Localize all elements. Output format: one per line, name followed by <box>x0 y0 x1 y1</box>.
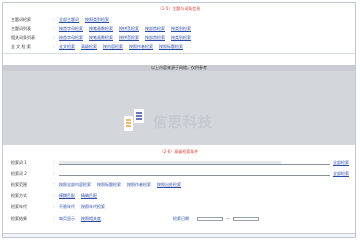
promo-banner: 以上内容来源于网络，仅供参考 <box>3 65 355 145</box>
company-logo-icon <box>124 109 144 131</box>
row-label: 检索范围 <box>11 181 27 187</box>
link-by-title[interactable]: 按照标题检索 <box>97 182 121 188</box>
link-by-initial[interactable]: 按首字母检索 <box>59 35 83 41</box>
term-1-fill <box>59 160 282 164</box>
link-search-all[interactable]: 全部检索 <box>333 160 349 166</box>
row-label: 检索结果 <box>11 215 27 221</box>
link-by-radical[interactable]: 按部首检索 <box>145 26 165 32</box>
link-by-radical[interactable]: 按部首检索 <box>145 35 165 41</box>
term-2-input[interactable] <box>59 172 330 176</box>
link-by-strokes[interactable]: 按笔画数检索 <box>89 35 113 41</box>
date-from-input[interactable] <box>197 216 223 221</box>
row-links: 全文检索 高级检索 按内容检索 按照作者检索 按照标题检索 <box>59 44 183 50</box>
link-any-era[interactable]: 不限年代 <box>59 204 75 210</box>
link-by-strokes[interactable]: 按笔画数检索 <box>89 26 113 32</box>
link-by-source[interactable]: 按照出处检索 <box>157 182 181 188</box>
row-topic-list: 主题词列表 ： 按首字母检索 按笔画数检索 按拼音检索 按部首检索 按类别检索 <box>11 25 349 32</box>
row-term-1: 检索词 1 ： 全部检索 <box>11 159 349 166</box>
link-by-pinyin[interactable]: 按拼音检索 <box>119 26 139 32</box>
link-all-topics[interactable]: 全部主题词 <box>59 17 79 23</box>
row-label: 检索年代 <box>11 203 27 209</box>
divider <box>3 53 355 54</box>
link-search-all[interactable]: 全部检索 <box>333 171 349 177</box>
app-window: （1-5）主题与词条信息 主题词检索 ： 全部主题词 按照类别检索 主题词列表 … <box>2 2 356 238</box>
link-fulltext[interactable]: 全文检索 <box>59 44 75 50</box>
row-label: 检索方式 <box>11 192 27 198</box>
row-term-2: 检索词 2 ： 全部检索 <box>11 170 349 177</box>
row-fulltext: 全 文 检 索 ： 全文检索 高级检索 按内容检索 按照作者检索 按照标题检索 <box>11 43 349 50</box>
date-to-input[interactable] <box>233 216 259 221</box>
row-links: 全部主题词 按照类别检索 <box>59 17 109 23</box>
banner-caption: 以上内容来源于网络，仅供参考 <box>3 65 355 71</box>
row-label: 主题词检索 <box>11 16 31 22</box>
section2-title: （2-6）高级检索条件 <box>159 149 199 154</box>
link-by-category[interactable]: 按类别检索 <box>171 26 191 32</box>
link-advanced[interactable]: 高级检索 <box>81 44 97 50</box>
row-links: 按首字母检索 按笔画数检索 按拼音检索 按部首检索 按类别检索 <box>59 35 191 41</box>
link-by-category[interactable]: 按照类别检索 <box>85 17 109 23</box>
row-mode: 检索方式 ： 模糊匹配 精确匹配 <box>11 192 349 199</box>
date-dash: — <box>226 216 230 221</box>
link-by-era[interactable]: 按照年代检索 <box>81 204 105 210</box>
footer-strip <box>3 234 355 237</box>
section1-title: （1-5）主题与词条信息 <box>157 6 201 11</box>
term-1-input[interactable] <box>59 160 330 165</box>
link-by-content[interactable]: 按内容检索 <box>103 44 123 50</box>
row-results: 检索结果 ： 每页显示 按照相关度 检索日期 — <box>11 215 349 222</box>
row-label: 主题词列表 <box>11 25 31 31</box>
link-exact[interactable]: 精确匹配 <box>81 193 97 199</box>
row-related-terms: 相关词条列表 ： 按首字母检索 按笔画数检索 按拼音检索 按部首检索 按类别检索 <box>11 34 349 41</box>
link-by-title[interactable]: 按照标题检索 <box>159 44 183 50</box>
row-links: 模糊匹配 精确匹配 <box>59 193 97 199</box>
link-by-pinyin[interactable]: 按拼音检索 <box>119 35 139 41</box>
link-per-page[interactable]: 每页显示 <box>59 216 75 222</box>
logo-text: 信思科技 <box>153 115 213 131</box>
link-fuzzy[interactable]: 模糊匹配 <box>59 193 75 199</box>
row-links: 按首字母检索 按笔画数检索 按拼音检索 按部首检索 按类别检索 <box>59 26 191 32</box>
link-by-initial[interactable]: 按首字母检索 <box>59 26 83 32</box>
row-label: 相关词条列表 <box>11 34 35 40</box>
row-scope: 检索范围 ： 按照全部内容检索 按照标题检索 按照作者检索 按照出处检索 <box>11 181 349 188</box>
row-links: 按照全部内容检索 按照标题检索 按照作者检索 按照出处检索 <box>59 182 181 188</box>
date-label: 检索日期 <box>173 215 189 221</box>
row-links: 不限年代 按照年代检索 <box>59 204 105 210</box>
link-by-relevance[interactable]: 按照相关度 <box>81 216 101 222</box>
row-label: 检索词 2 <box>11 170 27 176</box>
link-by-author[interactable]: 按照作者检索 <box>127 182 151 188</box>
row-links: 每页显示 按照相关度 <box>59 216 101 222</box>
row-label: 检索词 1 <box>11 159 27 165</box>
link-all-content[interactable]: 按照全部内容检索 <box>59 182 91 188</box>
link-by-category[interactable]: 按类别检索 <box>171 35 191 41</box>
row-label: 全 文 检 索 <box>11 43 31 49</box>
row-topic-search: 主题词检索 ： 全部主题词 按照类别检索 <box>11 16 349 23</box>
row-era: 检索年代 ： 不限年代 按照年代检索 <box>11 203 349 210</box>
link-by-author[interactable]: 按照作者检索 <box>129 44 153 50</box>
